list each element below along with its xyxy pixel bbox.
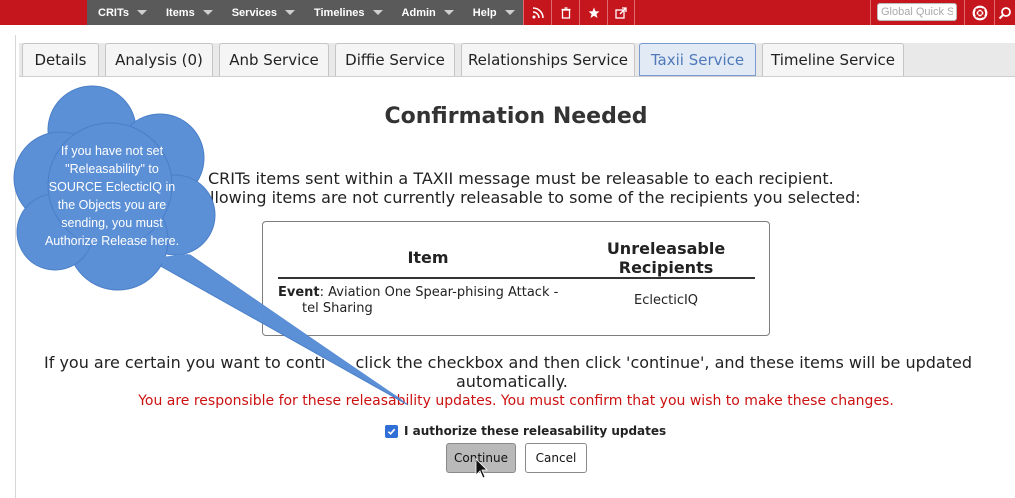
menu-label: Items (165, 6, 195, 19)
chevron-down-icon (443, 10, 454, 15)
tab-relationships-service[interactable]: Relationships Service (461, 43, 635, 76)
page-title: Confirmation Needed (384, 104, 648, 129)
search-icon[interactable] (994, 0, 1015, 25)
menu-admin[interactable]: Admin (391, 0, 462, 25)
tab-diffie-service[interactable]: Diffie Service (335, 43, 455, 76)
checkmark-icon (387, 428, 396, 435)
item-type-label: Event (278, 285, 320, 300)
callout-text: If you have not set "Releasability" to S… (32, 142, 192, 250)
menu-label: Services (231, 6, 277, 19)
tab-details[interactable]: Details (22, 43, 99, 76)
tab-label: Timeline Service (771, 51, 895, 69)
menu-timelines[interactable]: Timelines (303, 0, 391, 25)
callout-line: If you have not set (60, 144, 164, 158)
chevron-down-icon (136, 10, 147, 15)
tab-timeline-service[interactable]: Timeline Service (762, 43, 904, 76)
column-header-recipients: Unreleasable Recipients (593, 239, 739, 277)
tab-label: Analysis (0) (115, 51, 203, 69)
menu-items[interactable]: Items (155, 0, 221, 25)
callout-line: "Releasability" to (65, 162, 159, 176)
chevron-down-icon (284, 10, 295, 15)
menu-label: Timelines (313, 6, 365, 19)
tab-analysis[interactable]: Analysis (0) (105, 43, 213, 76)
column-header-recipients-line-1: Unreleasable (606, 239, 726, 258)
authorize-label: I authorize these releasability updates (404, 424, 667, 438)
continue-instructions-part-a: If you are certain you want to conti (44, 353, 326, 372)
intro-text-line-2: llowing items are not currently releasab… (210, 188, 861, 207)
menu-label: Admin (401, 6, 436, 19)
responsibility-warning: You are responsible for these releasabil… (138, 393, 894, 409)
chevron-down-icon (372, 10, 383, 15)
help-ring-icon[interactable] (964, 0, 994, 25)
callout-line: SOURCE EclecticIQ in (48, 180, 176, 194)
item-name-line-2: tel Sharing (302, 301, 373, 316)
menu-help[interactable]: Help (462, 0, 523, 25)
tab-label: Taxii Service (650, 50, 745, 69)
tab-label: Diffie Service (345, 51, 445, 69)
intro-text-line-1: CRITs items sent within a TAXII message … (208, 169, 834, 188)
continue-instructions-line-2: automatically. (456, 372, 568, 391)
tab-label: Anb Service (229, 51, 319, 69)
tab-label: Relationships Service (467, 51, 629, 69)
menu-label: Help (472, 6, 497, 19)
top-navbar: CRITs Items Services Timelines Admin Hel… (0, 0, 1015, 25)
global-search-input[interactable] (877, 3, 957, 21)
continue-button[interactable]: Continue (446, 443, 516, 473)
item-name-line-1: : Aviation One Spear-phising Attack - (319, 285, 559, 300)
continue-instructions-part-b: , click the checkbox and then click 'con… (345, 353, 972, 372)
callout-line: sending, you must (61, 216, 163, 230)
table-row-recipient: EclecticIQ (634, 293, 699, 308)
chevron-down-icon (504, 10, 515, 15)
main-content: Details Analysis (0) Anb Service Diffie … (15, 35, 1015, 498)
chevron-down-icon (202, 10, 213, 15)
menu-services[interactable]: Services (221, 0, 303, 25)
unreleasable-items-table: Item Unreleasable Recipients Event: Avia… (262, 221, 770, 336)
callout-line: Authorize Release here. (44, 234, 180, 248)
main-menu: CRITs Items Services Timelines Admin Hel… (87, 0, 523, 25)
authorize-row: I authorize these releasability updates (385, 424, 666, 438)
star-icon[interactable] (579, 0, 607, 25)
global-search (870, 0, 960, 25)
column-header-recipients-line-2: Recipients (618, 258, 714, 277)
tab-anb-service[interactable]: Anb Service (219, 43, 329, 76)
callout-line: the Objects you are (57, 198, 167, 212)
header-divider (278, 277, 755, 279)
external-link-icon[interactable] (607, 0, 635, 25)
tab-taxii-service[interactable]: Taxii Service (639, 43, 756, 76)
authorize-checkbox[interactable] (385, 424, 398, 438)
service-tabs: Details Analysis (0) Anb Service Diffie … (19, 43, 1015, 77)
table-row-item: Event: Aviation One Spear-phising Attack… (278, 285, 558, 317)
navbar-logo-area (0, 0, 85, 25)
tab-label: Details (34, 51, 87, 69)
continue-instructions-line-1: If you are certain you want to conti , cl… (44, 353, 972, 372)
cancel-button[interactable]: Cancel (525, 443, 587, 473)
navbar-quick-icons (523, 0, 635, 25)
rss-icon[interactable] (523, 0, 551, 25)
menu-crits[interactable]: CRITs (87, 0, 155, 25)
column-header-item: Item (407, 248, 449, 267)
menu-label: CRITs (98, 6, 129, 19)
trash-icon[interactable] (551, 0, 579, 25)
